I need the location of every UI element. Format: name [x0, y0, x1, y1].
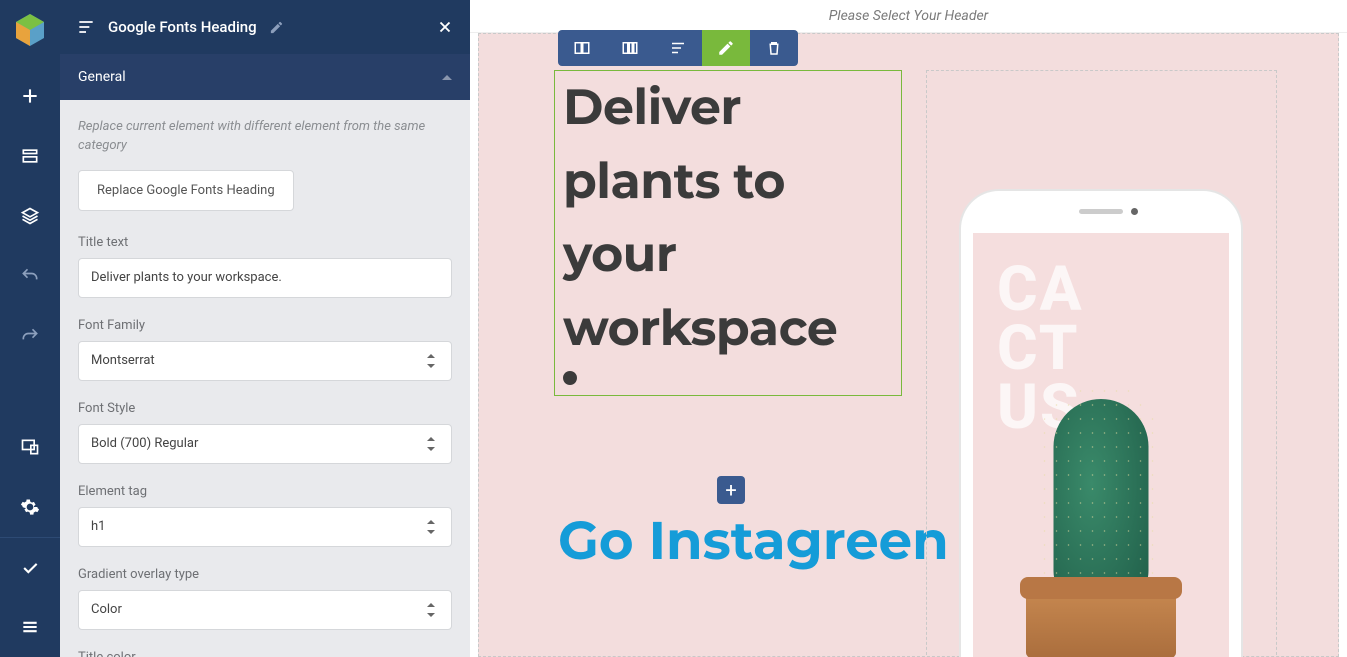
- canvas: Please Select Your Header Deliver plants…: [470, 0, 1347, 657]
- delete-button[interactable]: [750, 30, 798, 66]
- accordion-general[interactable]: General: [60, 54, 470, 100]
- column-layout-button[interactable]: [606, 30, 654, 66]
- heading-text: Deliver plants to your workspace: [563, 71, 893, 365]
- select-gradient-value: Color: [91, 602, 122, 617]
- select-font-family-value: Montserrat: [91, 353, 155, 368]
- right-column[interactable]: CA CT US PURCHASE SET $8: [926, 70, 1277, 657]
- phone-camera: [1131, 208, 1138, 215]
- templates-button[interactable]: [0, 126, 60, 186]
- replace-help-text: Replace current element with different e…: [78, 118, 452, 156]
- redo-button[interactable]: [0, 306, 60, 366]
- field-gradient-type: Gradient overlay type Color: [78, 567, 452, 630]
- edit-title-icon[interactable]: [269, 20, 284, 35]
- undo-button[interactable]: [0, 246, 60, 306]
- select-arrows-icon: [427, 520, 437, 534]
- select-arrows-icon: [427, 354, 437, 368]
- panel-title: Google Fonts Heading: [108, 18, 257, 36]
- field-title-color: Title color: [78, 650, 452, 657]
- replace-element-button[interactable]: Replace Google Fonts Heading: [78, 170, 294, 211]
- field-title-text: Title text: [78, 235, 452, 298]
- header-placeholder[interactable]: Please Select Your Header: [470, 0, 1347, 33]
- panel-header: Google Fonts Heading: [60, 0, 470, 54]
- select-arrows-icon: [427, 437, 437, 451]
- phone-speaker: [1079, 209, 1123, 214]
- responsive-button[interactable]: [0, 417, 60, 477]
- panel-body: Replace current element with different e…: [60, 100, 470, 657]
- select-element-tag-value: h1: [91, 519, 105, 534]
- accordion-label: General: [78, 69, 126, 85]
- row-section: Deliver plants to your workspace + Go In…: [478, 33, 1339, 657]
- label-title-color: Title color: [78, 650, 452, 657]
- settings-panel: Google Fonts Heading General Replace cur…: [60, 0, 470, 657]
- input-title-text[interactable]: [78, 258, 452, 298]
- save-button[interactable]: [0, 537, 60, 597]
- label-font-style: Font Style: [78, 401, 452, 416]
- label-element-tag: Element tag: [78, 484, 452, 499]
- add-element-plus[interactable]: +: [717, 476, 745, 504]
- cactus-image: [1006, 389, 1196, 657]
- row-layout-button[interactable]: [558, 30, 606, 66]
- chevron-up-icon: [442, 75, 452, 80]
- menu-button[interactable]: [0, 597, 60, 657]
- select-font-style-value: Bold (700) Regular: [91, 436, 198, 451]
- label-title-text: Title text: [78, 235, 452, 250]
- heading-icon: [76, 17, 96, 37]
- field-element-tag: Element tag h1: [78, 484, 452, 547]
- settings-button[interactable]: [0, 477, 60, 537]
- select-arrows-icon: [427, 603, 437, 617]
- select-font-family[interactable]: Montserrat: [78, 341, 452, 381]
- selected-heading-element[interactable]: Deliver plants to your workspace: [554, 70, 902, 396]
- close-icon[interactable]: [436, 18, 454, 36]
- subheading-text[interactable]: Go Instagreen: [558, 502, 949, 582]
- add-element-button[interactable]: [0, 66, 60, 126]
- field-font-family: Font Family Montserrat: [78, 318, 452, 381]
- field-font-style: Font Style Bold (700) Regular: [78, 401, 452, 464]
- label-gradient-type: Gradient overlay type: [78, 567, 452, 582]
- layers-button[interactable]: [0, 186, 60, 246]
- element-toolbar: [558, 30, 798, 66]
- align-button[interactable]: [654, 30, 702, 66]
- select-element-tag[interactable]: h1: [78, 507, 452, 547]
- phone-mockup: CA CT US PURCHASE SET $8: [961, 191, 1241, 657]
- phone-screen: CA CT US PURCHASE SET $8: [973, 233, 1229, 657]
- left-rail: [0, 0, 60, 657]
- select-font-style[interactable]: Bold (700) Regular: [78, 424, 452, 464]
- edit-button[interactable]: [702, 30, 750, 66]
- heading-period: [563, 371, 577, 385]
- app-logo: [12, 12, 48, 48]
- label-font-family: Font Family: [78, 318, 452, 333]
- select-gradient-type[interactable]: Color: [78, 590, 452, 630]
